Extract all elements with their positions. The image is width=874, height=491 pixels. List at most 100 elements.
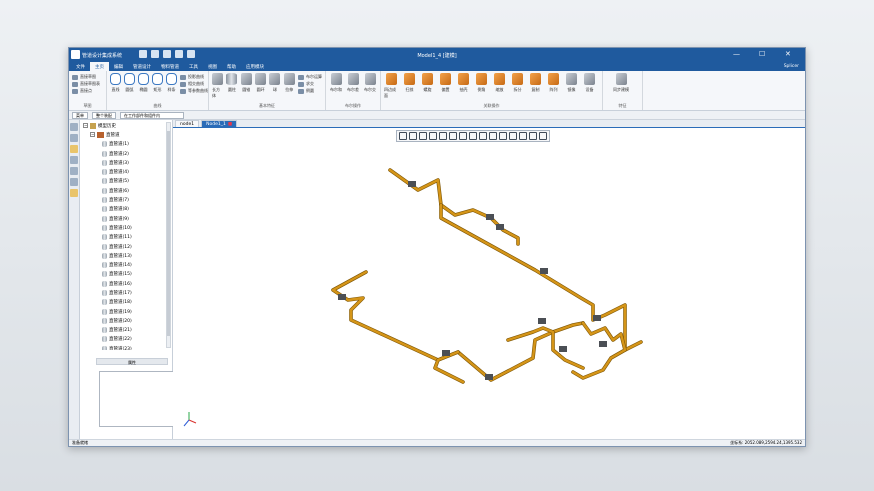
- rectangle-tool[interactable]: 矩形: [152, 73, 163, 93]
- intersect-curve-button[interactable]: 相交曲线: [180, 81, 208, 87]
- valve-marker[interactable]: [496, 224, 504, 230]
- scale-tool[interactable]: 缩放: [492, 73, 507, 93]
- library-icon[interactable]: [70, 167, 78, 175]
- tree-item-pipe[interactable]: 直管道(9): [80, 214, 166, 223]
- tree-item-pipe[interactable]: 直管道(17): [80, 288, 166, 297]
- valve-marker[interactable]: [538, 318, 546, 324]
- cone-tool[interactable]: 圆锥: [240, 73, 252, 93]
- tree-scrollbar[interactable]: [166, 122, 171, 348]
- scrollbar-thumb[interactable]: [167, 131, 170, 336]
- menu-tab-edit[interactable]: 编辑: [109, 62, 128, 71]
- web-icon[interactable]: [70, 178, 78, 186]
- sphere-tool[interactable]: 球: [269, 73, 281, 93]
- collapse-icon[interactable]: −: [83, 123, 88, 129]
- valve-marker[interactable]: [540, 268, 548, 274]
- tree-item-pipe[interactable]: 直管道(19): [80, 307, 166, 316]
- valve-marker[interactable]: [559, 346, 567, 352]
- quad-surface-tool[interactable]: 四边成面: [384, 73, 399, 99]
- selection-scope-dropdown[interactable]: 在工作部件和组件内: [120, 111, 184, 119]
- menu-tab-home[interactable]: 主页: [90, 62, 109, 71]
- close-button[interactable]: ✕: [785, 50, 791, 58]
- boolean-subtract-tool[interactable]: 布尔差: [346, 73, 360, 93]
- tree-item-pipe[interactable]: 直管道(18): [80, 298, 166, 307]
- iso-curve-button[interactable]: 等参数曲线: [180, 88, 208, 94]
- project-curve-button[interactable]: 投影曲线: [180, 74, 208, 80]
- tree-item-pipe[interactable]: 直管道(11): [80, 233, 166, 242]
- pattern-tool[interactable]: 阵列: [546, 73, 561, 93]
- menu-tab-app-modules[interactable]: 应用模块: [241, 62, 269, 71]
- menu-tab-file[interactable]: 文件: [71, 62, 90, 71]
- tree-item-pipe[interactable]: 直管道(12): [80, 242, 166, 251]
- minimize-button[interactable]: —: [733, 50, 740, 58]
- extrude-tool[interactable]: 拉伸: [283, 73, 295, 93]
- selection-filter-dropdown[interactable]: 整个装配: [92, 111, 116, 119]
- tree-item-pipe[interactable]: 直管道(3): [80, 158, 166, 167]
- menu-tab-tools[interactable]: 工具: [184, 62, 203, 71]
- cylinder-tool[interactable]: 圆柱: [226, 73, 238, 93]
- valve-marker[interactable]: [593, 315, 601, 321]
- arc-tool[interactable]: 圆弧: [124, 73, 135, 93]
- tree-item-pipe[interactable]: 直管道(14): [80, 260, 166, 269]
- spline-tool[interactable]: 样条: [166, 73, 177, 93]
- equipment-tool[interactable]: 设备: [582, 73, 597, 93]
- menu-tab-view[interactable]: 视图: [203, 62, 222, 71]
- split-tool[interactable]: 拆分: [510, 73, 525, 93]
- sketch-table-button[interactable]: 直接草图表: [72, 81, 100, 87]
- tree-item-pipe[interactable]: 直管道(2): [80, 149, 166, 158]
- valve-marker[interactable]: [485, 374, 493, 380]
- history-icon[interactable]: [70, 145, 78, 153]
- direct-point-button[interactable]: 直接点: [72, 88, 100, 94]
- sync-modeling-tool[interactable]: 同步建模: [606, 73, 636, 93]
- boolean-union-tool[interactable]: 布尔和: [329, 73, 343, 93]
- torus-tool[interactable]: 圆环: [255, 73, 267, 93]
- shell-tool[interactable]: 抽壳: [456, 73, 471, 93]
- tree-item-pipe[interactable]: 直管道(8): [80, 205, 166, 214]
- assembly-navigator-icon[interactable]: [70, 134, 78, 142]
- layer-icon[interactable]: [70, 156, 78, 164]
- roles-icon[interactable]: [70, 189, 78, 197]
- tree-item-pipe[interactable]: 直管道(6): [80, 186, 166, 195]
- boolean-intersect-tool[interactable]: 布尔交: [363, 73, 377, 93]
- offset-tool[interactable]: 偏置: [438, 73, 453, 93]
- tree-item-pipe[interactable]: 直管道(4): [80, 167, 166, 176]
- chamfer-tool[interactable]: 倒角: [474, 73, 489, 93]
- line-tool[interactable]: 直线: [110, 73, 121, 93]
- copy-tool[interactable]: 复制: [528, 73, 543, 93]
- valve-marker[interactable]: [486, 214, 494, 220]
- box-tool[interactable]: 长方体: [212, 73, 224, 99]
- tree-group[interactable]: − 直管道: [80, 130, 166, 139]
- boolean-button[interactable]: 布尔运算: [297, 74, 322, 80]
- valve-marker[interactable]: [408, 181, 416, 187]
- direct-sketch-button[interactable]: 直接草图: [72, 74, 100, 80]
- valve-marker[interactable]: [599, 341, 607, 347]
- pipe-model[interactable]: [173, 120, 805, 441]
- fillet-button[interactable]: 倒圆: [297, 88, 322, 94]
- tree-item-pipe[interactable]: 直管道(22): [80, 335, 166, 344]
- maximize-button[interactable]: ☐: [759, 50, 765, 58]
- menu-button[interactable]: 菜单: [72, 111, 88, 119]
- menu-tab-material-pipe[interactable]: 物料管道: [156, 62, 184, 71]
- user-name[interactable]: Splicer: [778, 62, 805, 71]
- tree-item-pipe[interactable]: 直管道(21): [80, 326, 166, 335]
- tree-item-pipe[interactable]: 直管道(7): [80, 195, 166, 204]
- helix-tool[interactable]: 螺旋: [420, 73, 435, 93]
- tree-item-pipe[interactable]: 直管道(13): [80, 251, 166, 260]
- tree-root[interactable]: − 模型历史: [80, 121, 166, 130]
- menu-tab-pipe-design[interactable]: 管道设计: [128, 62, 156, 71]
- tree-item-pipe[interactable]: 直管道(1): [80, 140, 166, 149]
- intersect-button[interactable]: 求交: [297, 81, 322, 87]
- menu-tab-help[interactable]: 帮助: [222, 62, 241, 71]
- tree-item-pipe[interactable]: 直管道(20): [80, 316, 166, 325]
- tree-item-pipe[interactable]: 直管道(16): [80, 279, 166, 288]
- tree-item-pipe[interactable]: 直管道(23): [80, 344, 166, 350]
- collapse-icon[interactable]: −: [90, 132, 95, 138]
- ellipse-tool[interactable]: 椭圆: [138, 73, 149, 93]
- graphics-viewport[interactable]: node1 Node1_1 ■: [173, 120, 805, 439]
- tree-item-pipe[interactable]: 直管道(10): [80, 223, 166, 232]
- part-navigator-icon[interactable]: [70, 123, 78, 131]
- valve-marker[interactable]: [338, 294, 346, 300]
- tree-item-pipe[interactable]: 直管道(5): [80, 177, 166, 186]
- tree-item-pipe[interactable]: 直管道(15): [80, 270, 166, 279]
- valve-marker[interactable]: [442, 350, 450, 356]
- sweep-tool[interactable]: 扫掠: [402, 73, 417, 93]
